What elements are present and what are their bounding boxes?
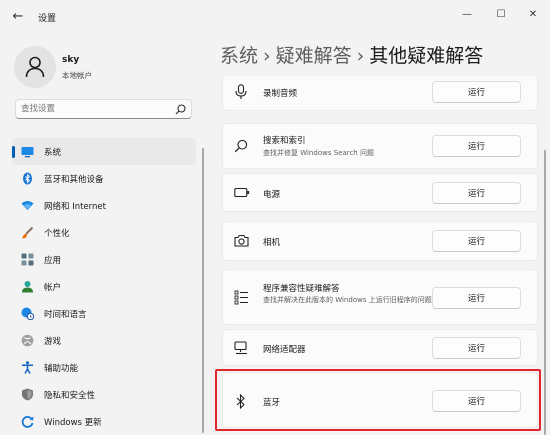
run-button[interactable]: 运行 (432, 337, 521, 359)
sidebar-item-label: 时间和语言 (44, 310, 87, 320)
profile-account-type: 本地帐户 (62, 71, 92, 80)
content-scrollbar[interactable] (544, 150, 546, 435)
sidebar-item-bluetooth-devices[interactable]: 蓝牙和其他设备 (12, 165, 196, 192)
battery-icon (234, 187, 250, 198)
user-icon (25, 56, 45, 78)
troubleshooter-card: 电源 运行 (222, 173, 538, 212)
avatar (14, 46, 56, 88)
troubleshooter-card: 相机 运行 (222, 221, 538, 261)
troubleshooter-card: 程序兼容性疑难解答 查找并解决在此版本的 Windows 上运行旧程序的问题 运… (222, 269, 538, 325)
shield-icon (22, 388, 33, 401)
sidebar-nav: 系统 蓝牙和其他设备 网络和 Internet 个性化 应用 帐户 时间和语言 … (12, 138, 196, 435)
sidebar-item-label: 辅助功能 (44, 364, 79, 374)
breadcrumb-separator: › (356, 45, 365, 67)
sidebar-item-label: 系统 (44, 148, 62, 158)
camera-icon (234, 234, 249, 247)
sidebar-item-privacy-security[interactable]: 隐私和安全性 (12, 381, 196, 408)
monitor-icon (21, 147, 34, 158)
minimize-button[interactable]: — (456, 6, 478, 24)
troubleshooter-description: 查找并解决在此版本的 Windows 上运行旧程序的问题 (263, 296, 432, 304)
sidebar-item-windows-update[interactable]: Windows 更新 (12, 408, 196, 435)
sidebar-item-accessibility[interactable]: 辅助功能 (12, 354, 196, 381)
sidebar-item-apps[interactable]: 应用 (12, 246, 196, 273)
sidebar-item-label: 网络和 Internet (44, 202, 106, 212)
run-button[interactable]: 运行 (432, 287, 521, 309)
troubleshooter-title: 网络适配器 (263, 345, 306, 355)
troubleshooter-title: 蓝牙 (263, 398, 281, 408)
search-icon (234, 139, 248, 153)
sidebar-item-personalization[interactable]: 个性化 (12, 219, 196, 246)
troubleshooter-description: 查找并修复 Windows Search 问题 (263, 149, 374, 157)
title-bar: ← 设置 — ☐ ✕ (0, 0, 550, 34)
account-icon (22, 281, 33, 293)
troubleshooter-title: 相机 (263, 238, 281, 248)
list-icon (234, 290, 248, 305)
page-title: 其他疑难解答 (369, 45, 484, 67)
window-title: 设置 (38, 14, 57, 24)
back-button[interactable]: ← (8, 8, 28, 26)
sidebar-item-label: Windows 更新 (44, 418, 102, 428)
breadcrumb-separator: › (263, 45, 271, 67)
breadcrumb-troubleshoot[interactable]: 疑难解答 (276, 45, 352, 67)
troubleshooter-card: 搜索和索引 查找并修复 Windows Search 问题 运行 (222, 123, 538, 169)
troubleshooter-card: 录制音频 运行 (222, 76, 538, 111)
run-button[interactable]: 运行 (432, 390, 521, 412)
close-button[interactable]: ✕ (522, 6, 544, 24)
troubleshooter-title: 搜索和索引 (263, 136, 306, 146)
sidebar-item-label: 个性化 (44, 229, 70, 239)
microphone-icon (235, 84, 247, 99)
sidebar-item-system[interactable]: 系统 (12, 138, 196, 165)
brush-icon (21, 226, 34, 239)
troubleshooter-title: 程序兼容性疑难解答 (263, 284, 340, 294)
settings-search-box[interactable] (15, 99, 192, 119)
windows-update-icon (21, 416, 34, 428)
search-input[interactable] (21, 102, 171, 116)
troubleshooter-title: 录制音频 (263, 89, 298, 99)
run-button[interactable]: 运行 (432, 182, 521, 204)
troubleshooter-card: 网络适配器 运行 (222, 329, 538, 366)
bluetooth-icon (236, 394, 245, 409)
globe-clock-icon (21, 307, 34, 320)
sidebar-item-label: 蓝牙和其他设备 (44, 175, 104, 185)
run-button[interactable]: 运行 (432, 230, 521, 252)
run-button[interactable]: 运行 (432, 81, 521, 103)
wifi-icon (21, 201, 34, 210)
sidebar-item-label: 帐户 (44, 283, 62, 293)
sidebar-item-gaming[interactable]: 游戏 (12, 327, 196, 354)
accessibility-icon (22, 361, 33, 374)
sidebar-scrollbar[interactable] (202, 148, 204, 433)
network-adapter-icon (234, 341, 247, 355)
xbox-icon (21, 334, 34, 347)
profile-name: sky (62, 55, 80, 65)
sidebar-item-label: 隐私和安全性 (44, 391, 96, 401)
sidebar-item-accounts[interactable]: 帐户 (12, 273, 196, 300)
sidebar-item-time-language[interactable]: 时间和语言 (12, 300, 196, 327)
search-icon[interactable] (175, 104, 186, 115)
sidebar-item-label: 应用 (44, 256, 62, 266)
sidebar-item-label: 游戏 (44, 337, 62, 347)
bluetooth-devices-icon (23, 172, 32, 185)
apps-icon (21, 253, 34, 266)
troubleshooter-list: 录制音频 运行 搜索和索引 查找并修复 Windows Search 问题 运行… (222, 76, 540, 435)
maximize-button[interactable]: ☐ (490, 6, 512, 24)
breadcrumb: 系统 › 疑难解答 › 其他疑难解答 (220, 41, 483, 68)
breadcrumb-system[interactable]: 系统 (220, 45, 258, 67)
user-profile[interactable]: sky 本地帐户 (14, 46, 204, 90)
sidebar-item-network[interactable]: 网络和 Internet (12, 192, 196, 219)
troubleshooter-card-bluetooth: 蓝牙 运行 (222, 372, 538, 428)
run-button[interactable]: 运行 (432, 135, 521, 157)
troubleshooter-title: 电源 (263, 190, 281, 200)
